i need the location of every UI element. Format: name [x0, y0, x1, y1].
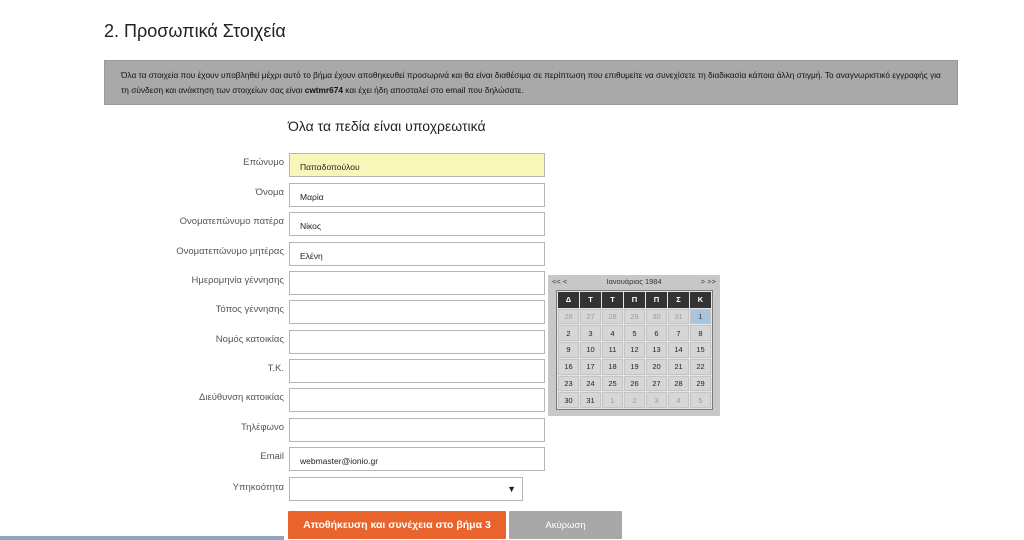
calendar-weekday: Σ — [668, 292, 689, 308]
calendar-day[interactable]: 29 — [690, 375, 711, 392]
calendar-month-title: Ιανουάριος 1984 — [606, 277, 662, 286]
calendar-day[interactable]: 1 — [690, 308, 711, 325]
calendar-day[interactable]: 7 — [668, 325, 689, 342]
calendar-day[interactable]: 25 — [602, 375, 623, 392]
nationality-select[interactable]: ▼ — [289, 477, 523, 501]
birthplace-field[interactable] — [289, 300, 545, 324]
prefecture-field[interactable] — [289, 330, 545, 354]
email-field[interactable]: webmaster@ionio.gr — [289, 447, 545, 471]
calendar-day[interactable]: 15 — [690, 342, 711, 358]
calendar-day[interactable]: 27 — [646, 375, 667, 392]
prefecture-label: Νομός κατοικίας — [215, 334, 284, 345]
calendar-day[interactable]: 8 — [690, 325, 711, 342]
mother-name-field[interactable]: Ελένη — [289, 242, 545, 266]
calendar-day[interactable]: 4 — [668, 392, 689, 408]
surname-label: Επώνυμο — [243, 157, 284, 168]
calendar-day[interactable]: 30 — [558, 392, 579, 408]
name-label: Όνομα — [255, 187, 284, 198]
calendar-weekday: Τ — [602, 292, 623, 308]
notice-text-end: και έχει ήδη αποσταλεί στο email που δηλ… — [342, 85, 524, 95]
address-field[interactable] — [289, 388, 545, 412]
calendar-day[interactable]: 5 — [624, 325, 645, 342]
mother-name-label: Ονοματεπώνυμο μητέρας — [176, 246, 284, 257]
calendar-day[interactable]: 5 — [690, 392, 711, 408]
birthplace-label: Τόπος γέννησης — [215, 304, 284, 315]
notice-text: Όλα τα στοιχεία που έχουν υποβληθεί μέχρ… — [121, 70, 941, 95]
calendar-day[interactable]: 2 — [624, 392, 645, 408]
calendar-day[interactable]: 1 — [602, 392, 623, 408]
notice-box: Όλα τα στοιχεία που έχουν υποβληθεί μέχρ… — [104, 60, 958, 105]
calendar-day[interactable]: 21 — [668, 358, 689, 375]
surname-field[interactable]: Παπαδοπούλου — [289, 153, 545, 177]
father-name-label: Ονοματεπώνυμο πατέρα — [179, 216, 284, 227]
calendar-prev-button[interactable]: << < — [552, 277, 567, 286]
registration-code: cwtmr674 — [304, 85, 343, 95]
calendar-weekday: Π — [646, 292, 667, 308]
calendar-day[interactable]: 26 — [558, 308, 579, 325]
cancel-button[interactable]: Ακύρωση — [509, 511, 622, 539]
address-label: Διεύθυνση κατοικίας — [199, 392, 284, 403]
postcode-label: Τ.Κ. — [267, 363, 284, 374]
calendar-day[interactable]: 22 — [690, 358, 711, 375]
calendar-day[interactable]: 18 — [602, 358, 623, 375]
calendar-header: Ιανουάριος 1984 << < > >> — [548, 277, 720, 288]
calendar-weekday: Τ — [580, 292, 601, 308]
calendar-day[interactable]: 27 — [580, 308, 601, 325]
calendar-next-button[interactable]: > >> — [701, 277, 716, 286]
calendar-day[interactable]: 17 — [580, 358, 601, 375]
calendar-day[interactable]: 9 — [558, 342, 579, 358]
phone-field[interactable] — [289, 418, 545, 442]
calendar-day[interactable]: 12 — [624, 342, 645, 358]
date-picker: Ιανουάριος 1984 << < > >> Δ Τ Τ Π Π Σ Κ 26 27 28 2… — [548, 275, 720, 416]
calendar-day[interactable]: 20 — [646, 358, 667, 375]
calendar-day[interactable]: 3 — [580, 325, 601, 342]
calendar-day[interactable]: 28 — [602, 308, 623, 325]
calendar-day[interactable]: 31 — [668, 308, 689, 325]
section-title: 2. Προσωπικά Στοιχεία — [104, 21, 286, 41]
postcode-field[interactable] — [289, 359, 545, 383]
calendar-weekday: Κ — [690, 292, 711, 308]
save-continue-button[interactable]: Αποθήκευση και συνέχεια στο βήμα 3 — [288, 511, 506, 539]
chevron-down-icon: ▼ — [507, 484, 516, 494]
calendar-day[interactable]: 28 — [668, 375, 689, 392]
calendar-day[interactable]: 3 — [646, 392, 667, 408]
birthdate-label: Ημερομηνία γέννησης — [191, 275, 285, 286]
phone-label: Τηλέφωνο — [241, 422, 284, 433]
calendar-day[interactable]: 2 — [558, 325, 579, 342]
email-label: Email — [260, 451, 284, 462]
calendar-grid: Δ Τ Τ Π Π Σ Κ 26 27 28 29 30 31 1 2 3 4 5 6 7 8 9 10 11 12 13 14 15… — [556, 290, 713, 410]
calendar-day[interactable]: 6 — [646, 325, 667, 342]
calendar-day[interactable]: 4 — [602, 325, 623, 342]
name-field[interactable]: Μαρία — [289, 183, 545, 207]
nationality-label: Υπηκοότητα — [232, 482, 284, 493]
father-name-field[interactable]: Νίκος — [289, 212, 545, 236]
calendar-weekday: Π — [624, 292, 645, 308]
calendar-day[interactable]: 11 — [602, 342, 623, 358]
calendar-day[interactable]: 30 — [646, 308, 667, 325]
calendar-day[interactable]: 16 — [558, 358, 579, 375]
calendar-day[interactable]: 26 — [624, 375, 645, 392]
calendar-day[interactable]: 10 — [580, 342, 601, 358]
required-heading: Όλα τα πεδία είναι υποχρεωτικά — [288, 118, 486, 134]
calendar-day[interactable]: 29 — [624, 308, 645, 325]
calendar-day[interactable]: 23 — [558, 375, 579, 392]
calendar-weekday: Δ — [558, 292, 579, 308]
calendar-day[interactable]: 14 — [668, 342, 689, 358]
calendar-day[interactable]: 31 — [580, 392, 601, 408]
calendar-day[interactable]: 13 — [646, 342, 667, 358]
calendar-day[interactable]: 24 — [580, 375, 601, 392]
calendar-day[interactable]: 19 — [624, 358, 645, 375]
bottom-scrollbar[interactable] — [0, 536, 284, 540]
birthdate-field[interactable] — [289, 271, 545, 295]
